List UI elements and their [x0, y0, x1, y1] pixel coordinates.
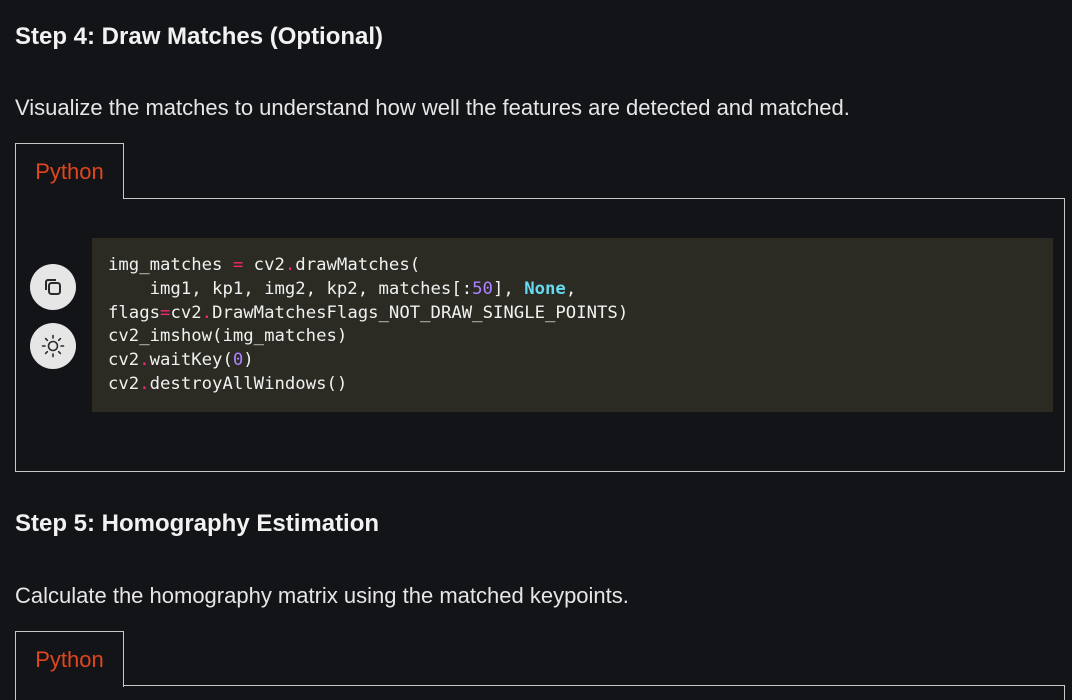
step5-heading: Step 5: Homography Estimation — [15, 510, 380, 537]
code-token: flags — [108, 302, 161, 323]
code-line-3: flags=cv2.DrawMatchesFlags_NOT_DRAW_SING… — [108, 302, 1037, 326]
code-number: 0 — [232, 350, 244, 371]
code-operator: . — [201, 302, 213, 323]
code-token: , — [565, 278, 577, 299]
code-keyword: None — [524, 278, 566, 299]
step5-code-panel — [15, 685, 1065, 700]
step4-python-tab[interactable]: Python — [15, 143, 124, 199]
code-token: waitKey( — [149, 350, 233, 371]
code-token: ], — [492, 278, 525, 299]
code-token: DrawMatchesFlags_NOT_DRAW_SINGLE_POINTS) — [212, 302, 629, 323]
step5-python-tab[interactable]: Python — [15, 631, 124, 687]
page: Step 4: Draw Matches (Optional) Visualiz… — [0, 0, 1072, 700]
code-block[interactable]: img_matches = cv2.drawMatches( img1, kp1… — [92, 238, 1053, 412]
code-line-1: img_matches = cv2.drawMatches( — [108, 254, 1037, 278]
code-line-4: cv2_imshow(img_matches) — [108, 325, 1037, 349]
code-operator: . — [284, 255, 296, 275]
code-token: cv2 — [108, 350, 140, 371]
code-token: ) — [243, 350, 254, 371]
theme-toggle-button[interactable] — [30, 323, 76, 369]
code-number: 50 — [472, 278, 493, 299]
code-operator: = — [160, 302, 171, 323]
code-token: img_matches — [108, 255, 233, 275]
code-line-2: img1, kp1, img2, kp2, matches[:50], None… — [108, 278, 1037, 302]
step5-description: Calculate the homography matrix using th… — [15, 583, 629, 608]
code-token: cv2_imshow(img_matches) — [108, 326, 348, 347]
copy-code-button[interactable] — [30, 264, 76, 310]
code-token: destroyAllWindows() — [149, 373, 348, 394]
code-token: drawMatches( — [295, 255, 421, 275]
code-operator: = — [232, 255, 244, 275]
code-operator: . — [139, 350, 150, 371]
code-token: cv2 — [170, 302, 202, 323]
step4-description: Visualize the matches to understand how … — [15, 95, 850, 120]
sun-icon — [41, 334, 65, 358]
code-token: cv2 — [108, 373, 140, 394]
step4-heading: Step 4: Draw Matches (Optional) — [15, 23, 384, 50]
code-line-6: cv2.destroyAllWindows() — [108, 373, 1037, 397]
code-token: cv2 — [243, 255, 285, 275]
code-operator: . — [139, 373, 150, 394]
code-line-5: cv2.waitKey(0) — [108, 349, 1037, 373]
code-token: img1, kp1, img2, kp2, matches[: — [108, 278, 473, 299]
copy-icon — [45, 279, 61, 295]
